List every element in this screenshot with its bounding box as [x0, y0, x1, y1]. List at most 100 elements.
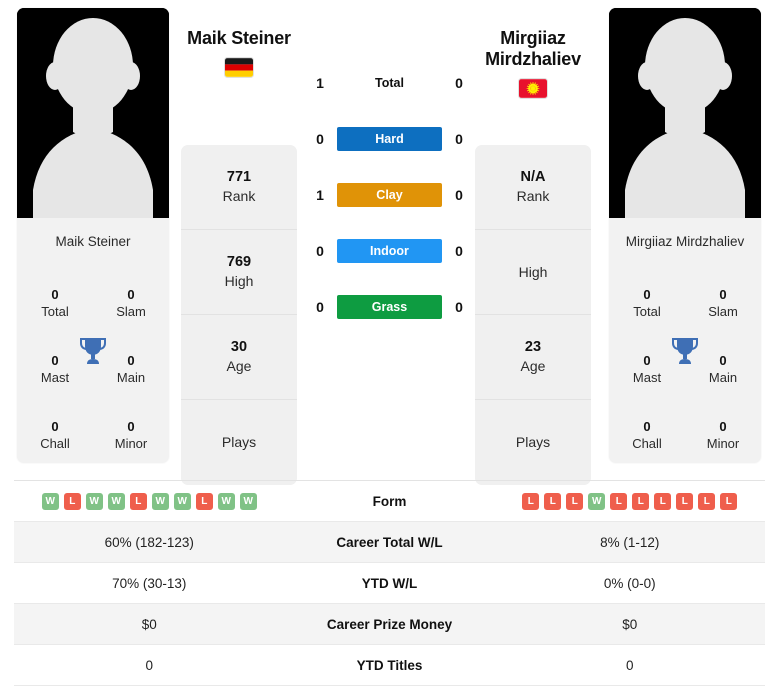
label: Mast — [632, 370, 662, 385]
trophy-icon — [672, 338, 698, 364]
player-photo-caption-left: Maik Steiner — [17, 218, 169, 264]
form-badge[interactable]: W — [151, 492, 169, 510]
value: 0 — [51, 418, 59, 434]
cell-right: 8% (1-12) — [600, 534, 660, 550]
player-name-block-left: Maik Steiner — [164, 28, 314, 78]
form-badge[interactable]: L — [195, 492, 213, 510]
h2h-left-score: 0 — [316, 299, 324, 315]
table-row: 0 YTD Titles 0 — [14, 645, 765, 686]
form-badge[interactable]: W — [85, 492, 103, 510]
form-badge[interactable]: L — [676, 492, 694, 510]
h2h-left-score: 0 — [316, 131, 324, 147]
table-row: $0 Career Prize Money $0 — [14, 604, 765, 645]
label: Mast — [40, 370, 70, 385]
form-badge[interactable]: W — [173, 492, 191, 510]
label: Total — [633, 304, 661, 319]
h2h-surface-label[interactable]: Clay — [337, 183, 442, 207]
titles-row: 0 Total 0 Slam — [609, 270, 761, 336]
h2h-surface-label[interactable]: Indoor — [337, 239, 442, 263]
value: 0 — [51, 286, 59, 302]
row-label: YTD Titles — [356, 657, 423, 673]
h2h-right-score: 0 — [455, 243, 463, 259]
form-badge[interactable]: L — [544, 492, 562, 510]
cell-right: $0 — [622, 616, 638, 632]
label: Rank — [516, 188, 550, 205]
form-badge[interactable]: L — [566, 492, 584, 510]
h2h-left-score: 0 — [316, 243, 324, 259]
form-badge[interactable]: L — [522, 492, 540, 510]
row-label: YTD W/L — [361, 575, 418, 591]
value: 0 — [719, 418, 727, 434]
avatar-silhouette-icon — [17, 8, 169, 218]
h2h-row-indoor: 0 Indoor 0 — [303, 223, 476, 279]
label: High — [224, 273, 254, 290]
germany-flag-icon — [225, 58, 253, 78]
titles-row: 0 Total 0 Slam — [17, 270, 169, 336]
form-badge[interactable]: L — [129, 492, 147, 510]
plays-cell-left: Plays — [181, 400, 297, 485]
value: 0 — [127, 286, 135, 302]
value: 0 — [127, 418, 135, 434]
h2h-surface-label[interactable]: Hard — [337, 127, 442, 151]
player-card-left[interactable]: Maik Steiner 0 Total 0 Slam 0 Mast 0 Mai… — [17, 8, 169, 463]
h2h-surface-label[interactable]: Grass — [337, 295, 442, 319]
cell-right: 0 — [625, 657, 634, 673]
titles-total-left: 0 Total — [17, 286, 93, 320]
h2h-left-score: 1 — [316, 187, 324, 203]
form-badges-left: WLWWLWWLWW — [41, 492, 257, 510]
form-badge[interactable]: W — [588, 492, 606, 510]
stats-table: W L W W L W W L W W Form L L L W L L L L L L 60% (182-123) Car… — [14, 480, 765, 686]
player-name-left[interactable]: Maik Steiner — [164, 28, 314, 49]
titles-chall-right: 0 Chall — [609, 418, 685, 452]
row-label: Career Prize Money — [326, 616, 453, 632]
h2h-right-score: 0 — [455, 75, 463, 91]
titles-grid-right: 0 Total 0 Slam 0 Mast 0 Main 0 Chall 0 M… — [609, 264, 761, 463]
value: 769 — [226, 254, 252, 271]
value: 0 — [643, 286, 651, 302]
h2h-right-score: 0 — [455, 131, 463, 147]
value: N/A — [520, 169, 546, 186]
table-row-form: W L W W L W W L W W Form L L L W L L L L L L — [14, 481, 765, 522]
form-badge[interactable]: L — [720, 492, 738, 510]
label: Main — [708, 370, 738, 385]
row-label: Form — [372, 493, 407, 509]
player-card-right[interactable]: Mirgiiaz Mirdzhaliev 0 Total 0 Slam 0 Ma… — [609, 8, 761, 463]
titles-grid-left: 0 Total 0 Slam 0 Mast 0 Main 0 Chall 0 M… — [17, 264, 169, 463]
form-badge[interactable]: L — [610, 492, 628, 510]
comparison-header: Maik Steiner 0 Total 0 Slam 0 Mast 0 Mai… — [0, 0, 779, 485]
cell-right: 0% (0-0) — [603, 575, 656, 591]
form-badge[interactable]: L — [698, 492, 716, 510]
head-to-head-surfaces: 1 Total 0 0 Hard 0 1 Clay 0 0 Indoor 0 0 Grass 0 — [303, 55, 476, 335]
form-badge[interactable]: W — [239, 492, 257, 510]
label: Chall — [632, 436, 662, 451]
trophy-icon — [80, 338, 106, 364]
form-badge[interactable]: W — [41, 492, 59, 510]
form-badge[interactable]: L — [63, 492, 81, 510]
label: Slam — [708, 304, 738, 319]
form-badge[interactable]: L — [632, 492, 650, 510]
h2h-row-grass: 0 Grass 0 — [303, 279, 476, 335]
form-badges-right: LLLWLLLLLL — [522, 492, 738, 510]
label: Age — [226, 358, 252, 375]
form-badge[interactable]: L — [654, 492, 672, 510]
titles-row: 0 Chall 0 Minor — [17, 402, 169, 463]
titles-minor-left: 0 Minor — [93, 418, 169, 452]
label: Slam — [116, 304, 146, 319]
player-name-right[interactable]: Mirgiiaz Mirdzhaliev — [458, 28, 608, 70]
table-row: 60% (182-123) Career Total W/L 8% (1-12) — [14, 522, 765, 563]
form-badge[interactable]: W — [107, 492, 125, 510]
h2h-right-score: 0 — [455, 299, 463, 315]
cell-left: 0 — [145, 657, 153, 673]
cell-right: LLLWLLLLLL — [495, 492, 766, 510]
player-photo-left — [17, 8, 169, 218]
h2h-surface-label: Total — [375, 76, 404, 90]
h2h-right-score: 0 — [455, 187, 463, 203]
form-badge[interactable]: W — [217, 492, 235, 510]
high-cell-right: High — [475, 230, 591, 315]
label: Plays — [515, 434, 551, 451]
player-info-column-left: 771 Rank 769 High 30 Age Plays — [181, 145, 297, 485]
row-label: Career Total W/L — [336, 534, 443, 550]
cell-left: 70% (30-13) — [112, 575, 187, 591]
titles-minor-right: 0 Minor — [685, 418, 761, 452]
label: High — [518, 263, 548, 280]
